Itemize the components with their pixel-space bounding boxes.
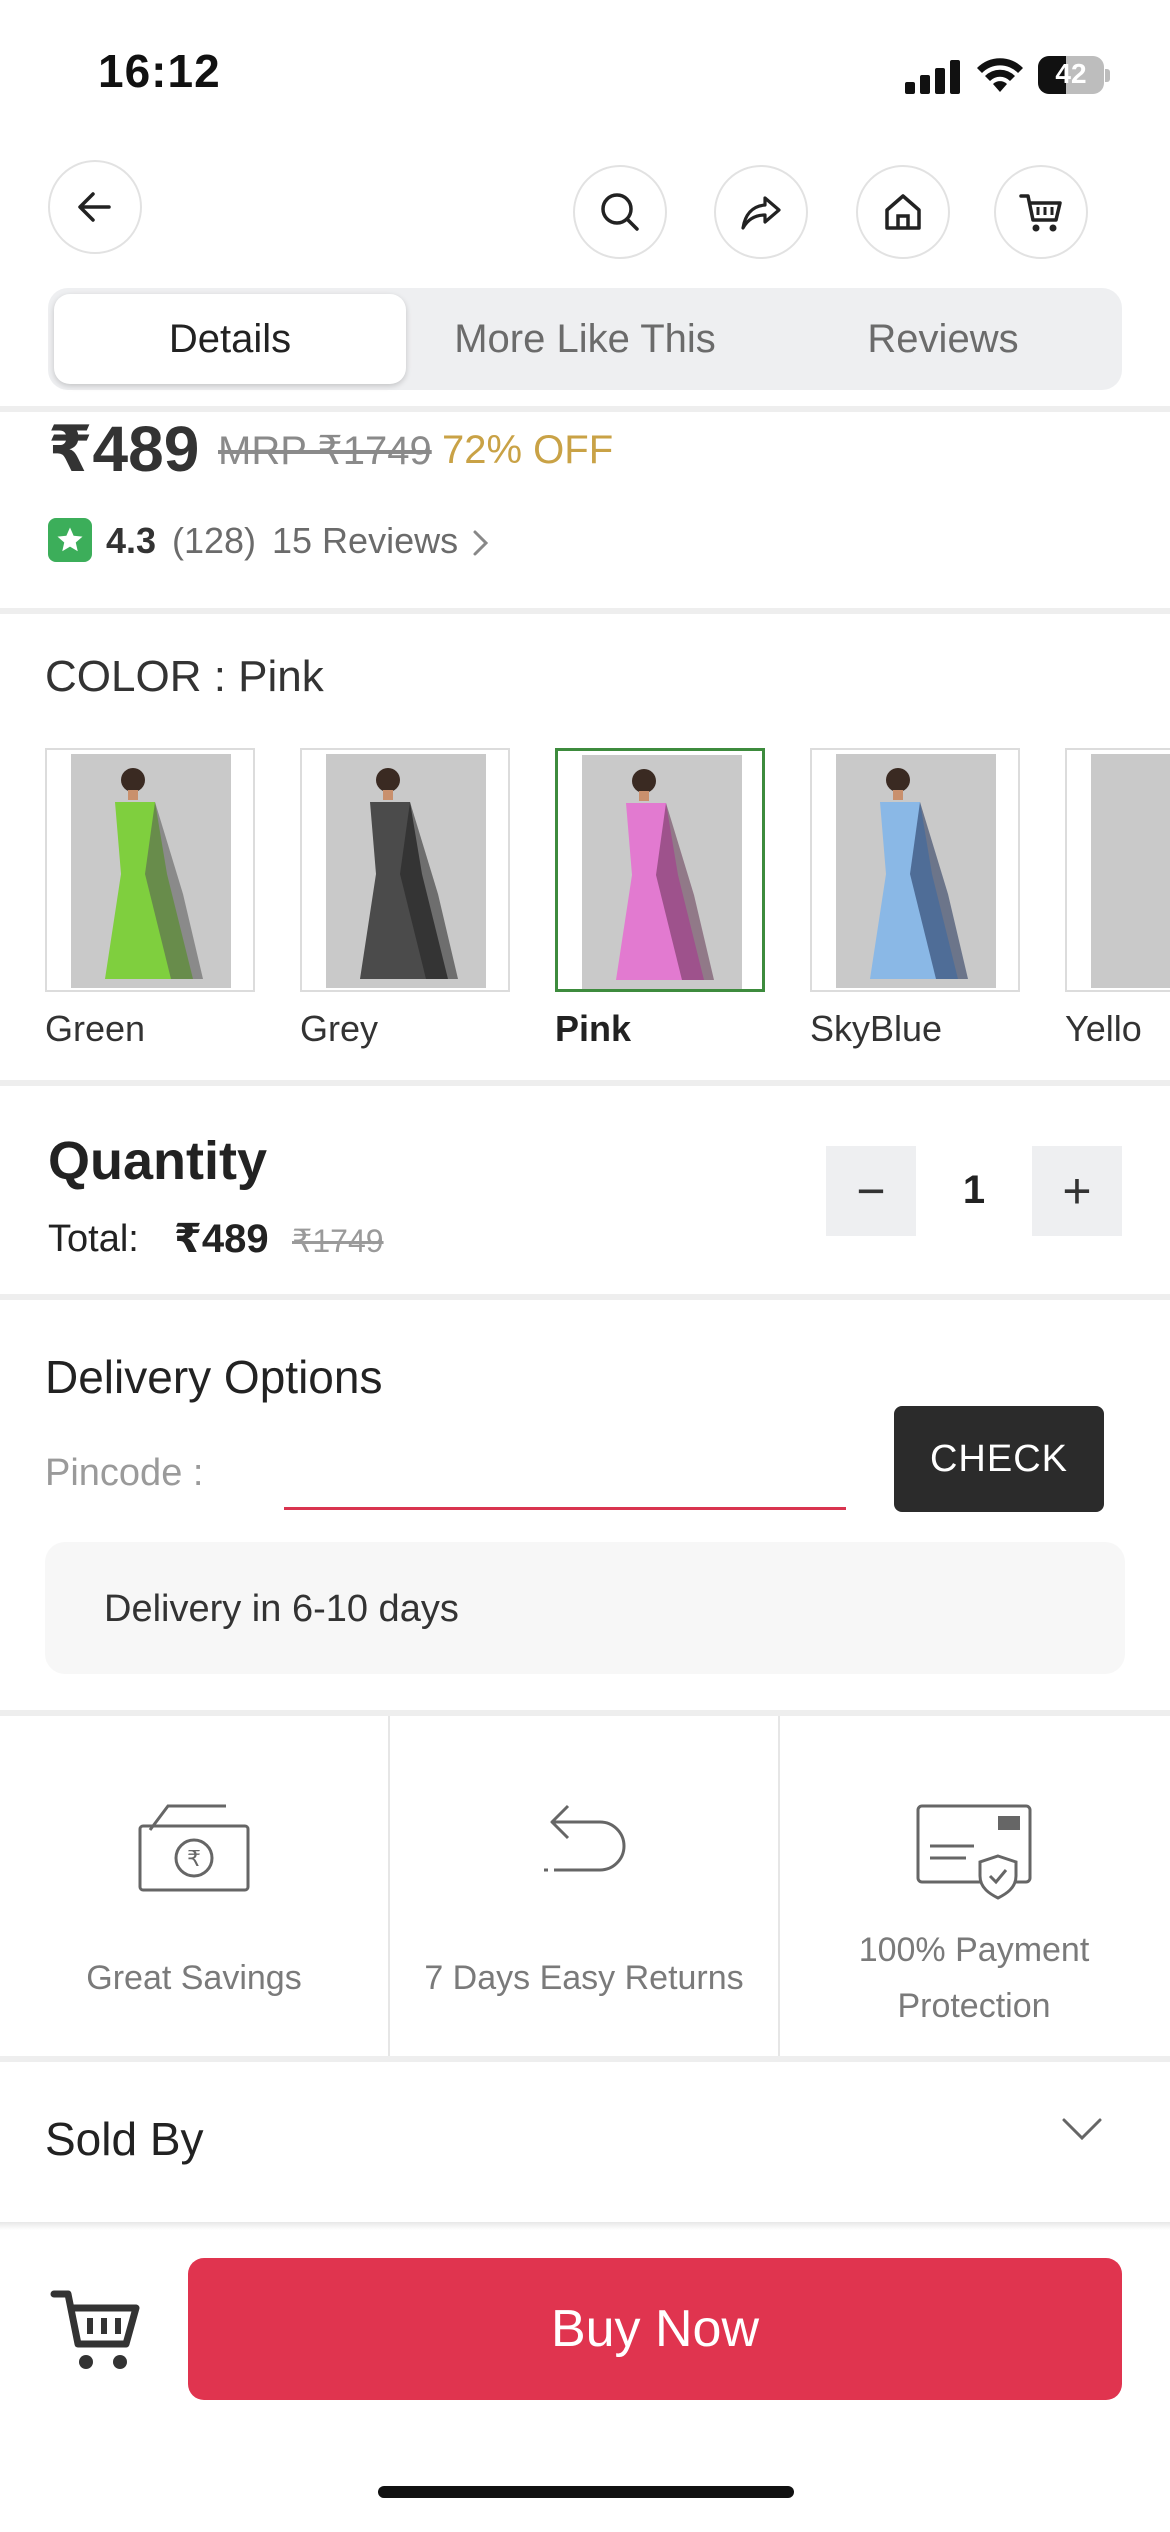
home-button[interactable] — [856, 165, 950, 259]
cart-button[interactable] — [994, 165, 1088, 259]
check-button[interactable]: CHECK — [894, 1406, 1104, 1512]
saree-thumbnail — [616, 769, 714, 980]
buy-now-button[interactable]: Buy Now — [188, 2258, 1122, 2400]
home-icon — [885, 194, 921, 230]
saree-thumbnail — [870, 768, 968, 979]
price-current: ₹489 — [48, 413, 200, 485]
battery-level: 42 — [1055, 58, 1087, 89]
quantity-title: Quantity — [48, 1131, 268, 1191]
rating-count: (128) — [172, 520, 257, 561]
share-icon — [741, 196, 781, 230]
total-mrp: ₹1749 — [292, 1223, 384, 1259]
color-swatch-yellow[interactable] — [1065, 748, 1170, 992]
total-label: Total: — [48, 1218, 139, 1260]
star-icon — [57, 527, 83, 552]
delivery-estimate: Delivery in 6-10 days — [104, 1588, 459, 1630]
tab-bar: Details More Like This Reviews — [48, 288, 1122, 390]
status-bar: 16:12 42 — [0, 0, 1170, 140]
chevron-right-icon[interactable] — [468, 526, 494, 560]
svg-text:₹: ₹ — [187, 1847, 201, 1872]
saree-thumbnail — [105, 768, 203, 979]
color-swatch-green[interactable] — [45, 748, 255, 992]
swatch-label: Pink — [555, 1008, 632, 1049]
status-time: 16:12 — [98, 45, 221, 97]
battery-icon: 42 — [1038, 56, 1110, 94]
cash-icon: ₹ — [138, 1804, 250, 1892]
color-swatch-grey[interactable] — [300, 748, 510, 992]
feature-easy-returns: 7 Days Easy Returns — [390, 1716, 778, 2056]
swatch-label: Grey — [300, 1008, 379, 1049]
search-icon — [601, 193, 639, 231]
feature-payment-protection: 100% Payment Protection — [780, 1716, 1168, 2056]
divider — [0, 1080, 1170, 1086]
arrow-left-icon — [78, 192, 111, 222]
cart-icon[interactable] — [48, 2280, 144, 2376]
tab-reviews[interactable]: Reviews — [764, 294, 1122, 384]
feature-great-savings: ₹ Great Savings — [0, 1716, 388, 2056]
divider — [0, 2056, 1170, 2062]
feature-label: 100% Payment — [858, 1931, 1090, 1969]
discount-label: 72% OFF — [442, 428, 614, 472]
color-swatch-skyblue[interactable] — [810, 748, 1020, 992]
divider — [0, 1294, 1170, 1300]
delivery-title: Delivery Options — [45, 1351, 383, 1403]
cart-icon — [1019, 194, 1062, 232]
quantity-increment-button[interactable]: + — [1032, 1146, 1122, 1236]
pincode-label: Pincode : — [45, 1452, 204, 1494]
bottom-bar-shadow — [0, 2222, 1170, 2230]
reviews-link[interactable]: 15 Reviews — [272, 520, 458, 562]
secure-card-icon — [916, 1804, 1032, 1900]
swatch-label: Yello — [1065, 1008, 1142, 1049]
tab-more-like-this[interactable]: More Like This — [406, 294, 764, 384]
feature-label: Protection — [897, 1987, 1051, 2025]
back-button[interactable] — [48, 160, 142, 254]
feature-label: Great Savings — [86, 1959, 302, 1997]
search-button[interactable] — [573, 165, 667, 259]
feature-label: 7 Days Easy Returns — [424, 1959, 744, 1997]
quantity-value: 1 — [962, 1168, 986, 1212]
tab-details[interactable]: Details — [54, 294, 406, 384]
home-indicator — [378, 2486, 794, 2498]
color-label: COLOR : Pink — [45, 652, 324, 701]
wifi-icon — [977, 58, 1023, 92]
price-mrp: MRP ₹1749 — [218, 429, 432, 473]
total-price: ₹489 — [174, 1217, 269, 1261]
color-swatch-pink[interactable] — [555, 748, 765, 992]
saree-thumbnail — [360, 768, 458, 979]
rating-value: 4.3 — [106, 520, 157, 561]
share-button[interactable] — [714, 165, 808, 259]
chevron-down-icon[interactable] — [1060, 2114, 1104, 2144]
divider — [0, 608, 1170, 614]
quantity-decrement-button[interactable]: − — [826, 1146, 916, 1236]
pincode-input[interactable] — [284, 1440, 846, 1510]
return-arrow-icon — [544, 1804, 626, 1872]
sold-by-label[interactable]: Sold By — [45, 2112, 204, 2166]
rating-badge — [48, 518, 92, 562]
signal-icon — [905, 60, 961, 94]
swatch-label: Green — [45, 1008, 146, 1049]
swatch-label: SkyBlue — [810, 1008, 943, 1049]
